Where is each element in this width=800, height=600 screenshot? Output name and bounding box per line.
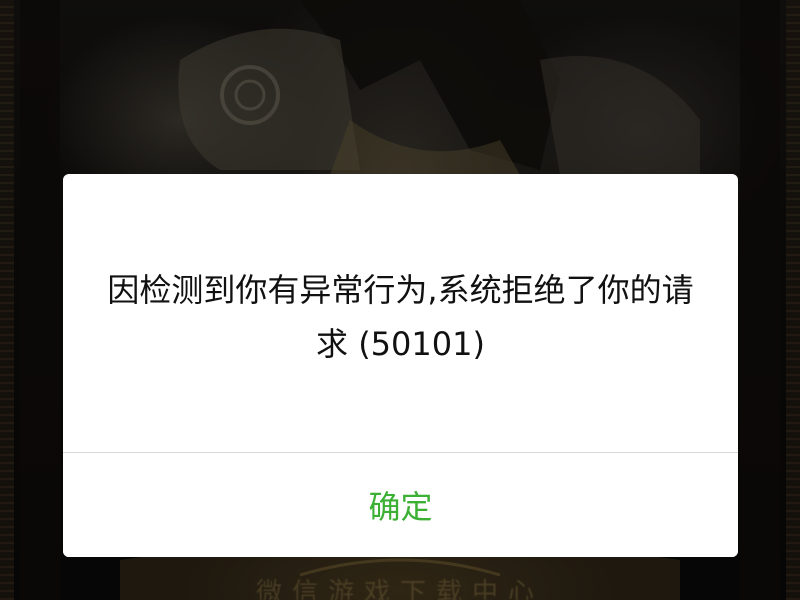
confirm-button[interactable]: 确定 bbox=[63, 453, 738, 557]
game-screen: 微信游戏下载中心 因检测到你有异常行为,系统拒绝了你的请求 (50101) 确定 bbox=[0, 0, 800, 600]
dialog-body: 因检测到你有异常行为,系统拒绝了你的请求 (50101) bbox=[63, 174, 738, 452]
dialog-message: 因检测到你有异常行为,系统拒绝了你的请求 (50101) bbox=[107, 271, 694, 363]
error-dialog: 因检测到你有异常行为,系统拒绝了你的请求 (50101) 确定 bbox=[63, 174, 738, 557]
